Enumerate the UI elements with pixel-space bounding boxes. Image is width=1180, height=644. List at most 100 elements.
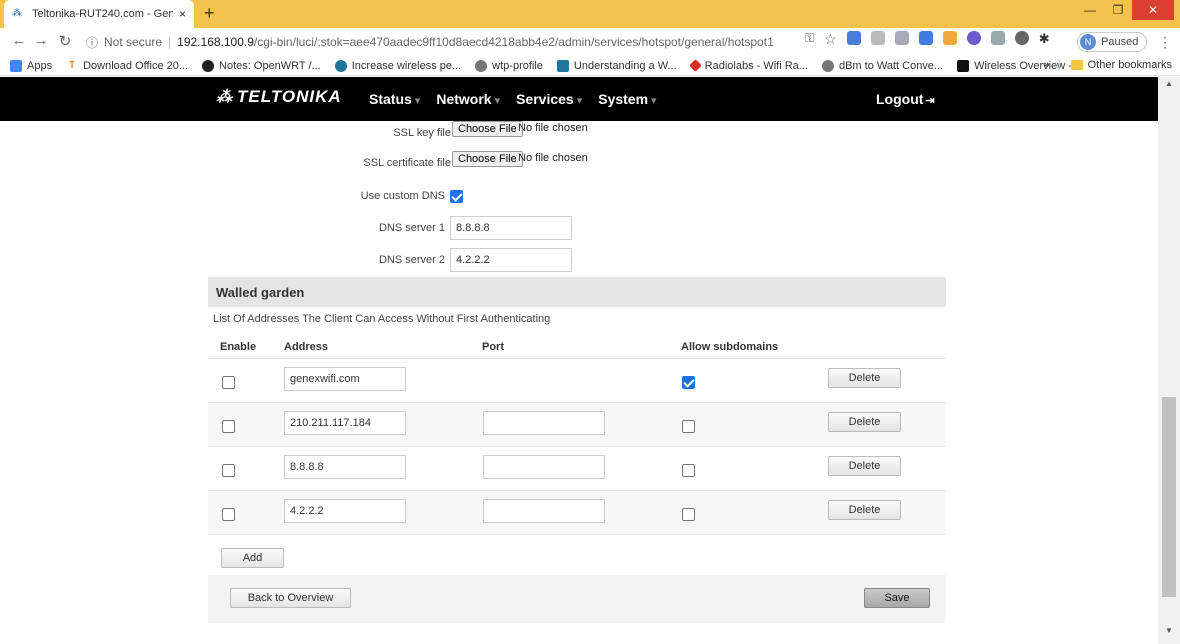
menu-system[interactable]: System ▾ bbox=[598, 91, 656, 107]
wordpress-icon bbox=[556, 59, 569, 72]
url-omnibox[interactable]: ⓘ Not secure | 192.168.100.9/cgi-bin/luc… bbox=[86, 31, 816, 53]
custom-dns-label: Use custom DNS bbox=[360, 190, 445, 202]
ssl-key-choose-button[interactable]: Choose File bbox=[452, 121, 523, 137]
custom-dns-checkbox[interactable] bbox=[450, 190, 463, 203]
save-button[interactable]: Save bbox=[864, 588, 930, 608]
info-icon[interactable]: ⓘ bbox=[86, 34, 98, 51]
bookmark-star-icon[interactable]: ☆ bbox=[824, 31, 837, 47]
bookmark-radiolabs[interactable]: Radiolabs - Wifi Ra... bbox=[688, 59, 808, 72]
ssl-cert-choose-button[interactable]: Choose File bbox=[452, 151, 523, 167]
row-subdomains-checkbox[interactable] bbox=[682, 464, 695, 477]
extension-3-icon[interactable] bbox=[894, 31, 909, 45]
globe-icon bbox=[475, 59, 488, 72]
profile-paused-button[interactable]: N Paused bbox=[1077, 32, 1148, 52]
row-enable-checkbox[interactable] bbox=[222, 464, 235, 477]
dns2-input[interactable]: 4.2.2.2 bbox=[450, 248, 572, 272]
other-bookmarks[interactable]: Other bookmarks bbox=[1088, 59, 1172, 71]
menu-services[interactable]: Services ▾ bbox=[516, 91, 582, 107]
row-enable-checkbox[interactable] bbox=[222, 420, 235, 433]
row-delete-button[interactable]: Delete bbox=[828, 456, 901, 476]
bookmark-dbm[interactable]: dBm to Watt Conve... bbox=[821, 59, 944, 72]
close-window-icon[interactable]: ✕ bbox=[1132, 0, 1174, 20]
extension-icons: ⚿ ☆ ✱ bbox=[805, 31, 1050, 47]
row-subdomains-checkbox[interactable] bbox=[682, 508, 695, 521]
menu-label: System bbox=[598, 91, 649, 107]
row-enable-checkbox[interactable] bbox=[222, 376, 235, 389]
extensions-puzzle-icon[interactable]: ✱ bbox=[1039, 31, 1050, 46]
menu-status[interactable]: Status ▾ bbox=[369, 91, 420, 107]
row-address-input[interactable]: 4.2.2.2 bbox=[284, 499, 406, 523]
new-tab-button[interactable]: + bbox=[204, 3, 215, 24]
scroll-down-icon[interactable]: ▼ bbox=[1158, 626, 1180, 642]
row-address-input[interactable]: genexwifi.com bbox=[284, 367, 406, 391]
row-delete-button[interactable]: Delete bbox=[828, 412, 901, 432]
chevron-down-icon: ▾ bbox=[651, 95, 657, 107]
key-icon[interactable]: ⚿ bbox=[805, 31, 814, 45]
logout-link[interactable]: Logout ⇥ bbox=[876, 91, 935, 107]
dns2-row: DNS server 2 4.2.2.2 bbox=[0, 248, 1158, 272]
col-allow-subdomains: Allow subdomains bbox=[681, 341, 779, 353]
minimize-icon[interactable]: — bbox=[1076, 0, 1104, 20]
walled-garden-heading: Walled garden bbox=[208, 277, 946, 307]
row-subdomains-checkbox[interactable] bbox=[682, 376, 695, 389]
bookmark-openwrt[interactable]: Notes: OpenWRT /... bbox=[202, 59, 321, 72]
bookmark-label: Increase wireless pe... bbox=[351, 59, 462, 72]
extension-2-icon[interactable] bbox=[870, 31, 885, 45]
teltonika-logo[interactable]: ⁂ TELTONIKA bbox=[216, 87, 342, 107]
row-port-input[interactable] bbox=[483, 455, 605, 479]
menu-network[interactable]: Network ▾ bbox=[436, 91, 500, 107]
office-t-icon: T bbox=[69, 59, 76, 71]
row-address-input[interactable]: 8.8.8.8 bbox=[284, 455, 406, 479]
back-to-overview-button[interactable]: Back to Overview bbox=[230, 588, 351, 608]
add-button[interactable]: Add bbox=[221, 548, 284, 568]
reload-icon[interactable]: ↻ bbox=[54, 32, 76, 50]
chevron-down-icon: ▾ bbox=[576, 95, 583, 107]
ssl-key-row: SSL key file Choose File No file chosen bbox=[0, 121, 1158, 143]
row-delete-button[interactable]: Delete bbox=[828, 368, 901, 388]
row-port-input[interactable] bbox=[483, 499, 605, 523]
col-address: Address bbox=[284, 341, 329, 353]
row-port-input[interactable] bbox=[483, 411, 605, 435]
bookmark-understanding[interactable]: Understanding a W... bbox=[556, 59, 677, 72]
scroll-thumb[interactable] bbox=[1162, 397, 1176, 597]
address-bar: ← → ↻ ⓘ Not secure | 192.168.100.9/cgi-b… bbox=[0, 28, 1180, 56]
extension-6-icon[interactable] bbox=[966, 31, 981, 45]
page-scrollbar[interactable]: ▲ ▼ bbox=[1158, 77, 1180, 644]
close-tab-icon[interactable]: × bbox=[179, 7, 186, 21]
dns1-label: DNS server 1 bbox=[378, 222, 445, 234]
row-enable-checkbox[interactable] bbox=[222, 508, 235, 521]
bookmark-label: Download Office 20... bbox=[83, 59, 189, 72]
browser-tab-bar: ⁂ Teltonika-RUT240.com - General × + — ❐… bbox=[0, 0, 1180, 28]
teltonika-favicon-icon: ⁂ bbox=[12, 8, 22, 19]
bookmarks-overflow[interactable]: » bbox=[1044, 59, 1050, 71]
row-delete-button[interactable]: Delete bbox=[828, 500, 901, 520]
extension-4-icon[interactable] bbox=[918, 31, 933, 45]
github-icon bbox=[202, 59, 215, 72]
page-footer: Back to Overview Save bbox=[208, 575, 946, 623]
menu-label: Network bbox=[436, 91, 492, 107]
extension-8-icon[interactable] bbox=[1014, 31, 1029, 45]
bookmark-label: dBm to Watt Conve... bbox=[838, 59, 944, 72]
globe-icon bbox=[821, 59, 834, 72]
browser-menu-icon[interactable]: ⋮ bbox=[1158, 34, 1172, 51]
extension-5-icon[interactable] bbox=[942, 31, 957, 45]
dns1-input[interactable]: 8.8.8.8 bbox=[450, 216, 572, 240]
extension-7-icon[interactable] bbox=[990, 31, 1005, 45]
row-address-input[interactable]: 210.211.117.184 bbox=[284, 411, 406, 435]
page-viewport: ⁂ TELTONIKA Status ▾ Network ▾ Services ▾ S… bbox=[0, 77, 1158, 644]
col-port: Port bbox=[482, 341, 504, 353]
custom-dns-row: Use custom DNS bbox=[0, 188, 1158, 210]
row-subdomains-checkbox[interactable] bbox=[682, 420, 695, 433]
browser-tab[interactable]: ⁂ Teltonika-RUT240.com - General × bbox=[4, 0, 194, 28]
bookmark-wtp[interactable]: wtp-profile bbox=[475, 59, 543, 72]
back-arrow-icon[interactable]: ← bbox=[8, 32, 30, 49]
forward-arrow-icon[interactable]: → bbox=[30, 32, 52, 49]
maximize-icon[interactable]: ❐ bbox=[1104, 0, 1132, 20]
bookmark-wireless[interactable]: Increase wireless pe... bbox=[334, 59, 462, 72]
scroll-up-icon[interactable]: ▲ bbox=[1158, 79, 1180, 95]
teltonika-mark-icon: ⁂ bbox=[216, 89, 233, 106]
extension-1-icon[interactable] bbox=[846, 31, 861, 45]
bookmark-office[interactable]: T Download Office 20... bbox=[66, 60, 188, 72]
bookmark-apps[interactable]: Apps bbox=[10, 59, 52, 72]
table-row: 8.8.8.8 Delete bbox=[208, 447, 946, 491]
